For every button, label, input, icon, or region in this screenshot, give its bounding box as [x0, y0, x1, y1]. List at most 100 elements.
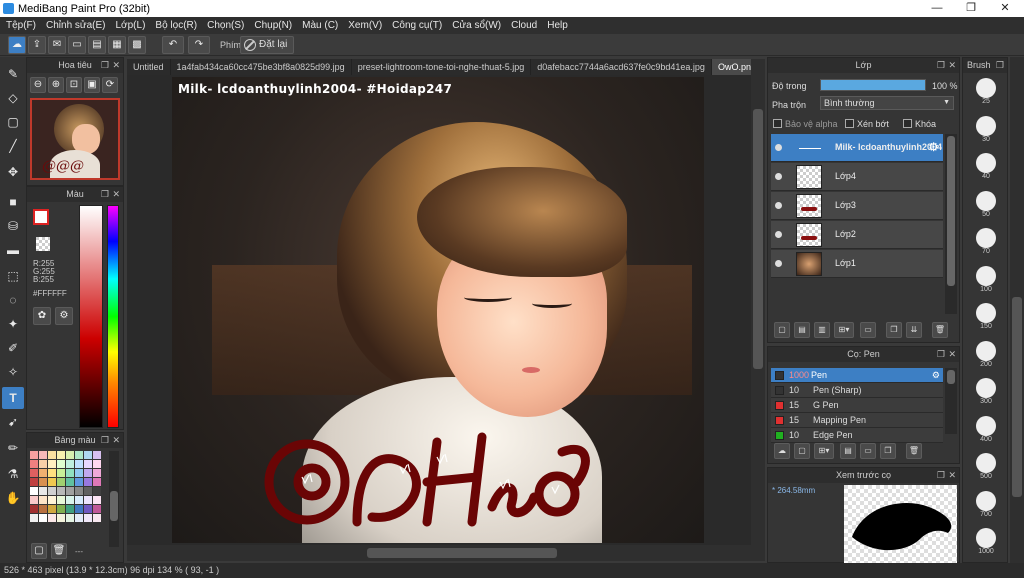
palette-swatch[interactable]: [48, 460, 56, 468]
brush-tool-icon[interactable]: ✎: [2, 63, 24, 85]
brush-size-item[interactable]: 30: [967, 115, 1005, 143]
move-tool-icon[interactable]: ✥: [2, 161, 24, 183]
brush-size-item[interactable]: 300: [967, 378, 1005, 405]
menu-help[interactable]: Help: [547, 20, 568, 31]
palette-swatch[interactable]: [57, 469, 65, 477]
palette-swatch[interactable]: [93, 505, 101, 513]
brush-size-item[interactable]: 50: [967, 190, 1005, 218]
palette-icon[interactable]: ✿: [33, 307, 51, 325]
brush-size-item[interactable]: 1000: [967, 528, 1005, 555]
tab-untitled[interactable]: Untitled: [127, 59, 171, 75]
add-layer-menu-icon[interactable]: ⊞▾: [834, 322, 854, 338]
magic-wand-icon[interactable]: ✦: [2, 313, 24, 335]
folder-icon[interactable]: ▭: [860, 322, 876, 338]
palette-swatch[interactable]: [39, 478, 47, 486]
visibility-icon[interactable]: [775, 173, 782, 180]
undock-icon[interactable]: ❐: [101, 433, 109, 448]
brush-size-item[interactable]: 200: [967, 340, 1005, 368]
brush-row[interactable]: 15 Mapping Pen: [771, 413, 943, 428]
palette-swatch[interactable]: [57, 451, 65, 459]
palette-swatch[interactable]: [66, 496, 74, 504]
gear-icon[interactable]: ⚙: [932, 368, 940, 383]
zoom-in-icon[interactable]: ⊕: [48, 77, 64, 93]
select-pen-icon[interactable]: ✐: [2, 337, 24, 359]
vertical-scroll-thumb[interactable]: [753, 109, 763, 369]
visibility-icon[interactable]: [775, 231, 782, 238]
palette-swatch[interactable]: [75, 451, 83, 459]
undo-button[interactable]: ↶: [162, 36, 184, 54]
palette-swatch[interactable]: [57, 505, 65, 513]
palette-swatch[interactable]: [30, 460, 38, 468]
close-icon[interactable]: ✕: [948, 347, 956, 362]
grid-icon[interactable]: ▦: [108, 36, 126, 54]
fill-rect-tool-icon[interactable]: ■: [2, 191, 24, 213]
brush-row[interactable]: 15 G Pen: [771, 398, 943, 413]
palette-swatch[interactable]: [48, 469, 56, 477]
palette-swatch[interactable]: [66, 469, 74, 477]
color-settings-icon[interactable]: ⚙: [55, 307, 73, 325]
saturation-value-slider[interactable]: [79, 205, 103, 428]
undock-icon[interactable]: ❐: [937, 347, 945, 362]
eyedropper-icon[interactable]: ⚗: [2, 463, 24, 485]
palette-swatch[interactable]: [57, 496, 65, 504]
protect-alpha-checkbox[interactable]: [773, 119, 782, 128]
palette-swatch[interactable]: [75, 460, 83, 468]
palette-swatch[interactable]: [39, 487, 47, 495]
brush-size-scrollbar[interactable]: [1010, 57, 1024, 563]
bucket-tool-icon[interactable]: ⛁: [2, 215, 24, 237]
brush-scrollbar[interactable]: [945, 368, 957, 434]
palette-swatch[interactable]: [84, 451, 92, 459]
undock-icon[interactable]: ❐: [937, 58, 945, 73]
menu-filter[interactable]: Bộ lọc(R): [155, 20, 197, 31]
brush-folder-icon[interactable]: ▭: [860, 443, 876, 459]
foreground-color-swatch[interactable]: [33, 209, 49, 225]
menu-edit[interactable]: Chỉnh sửa(E): [46, 20, 106, 31]
palette-swatch[interactable]: [75, 487, 83, 495]
palette-swatch[interactable]: [39, 496, 47, 504]
gradient-tool-icon[interactable]: ▬: [2, 239, 24, 261]
add-palette-icon[interactable]: ▢: [31, 543, 47, 559]
palette-swatch[interactable]: [30, 451, 38, 459]
palette-scrollbar[interactable]: [109, 451, 119, 547]
palette-swatch[interactable]: [39, 451, 47, 459]
canvas-vertical-scrollbar[interactable]: [751, 59, 765, 545]
palette-swatch[interactable]: [84, 514, 92, 522]
palette-swatch[interactable]: [39, 469, 47, 477]
brush-size-item[interactable]: 40: [967, 153, 1005, 180]
close-icon[interactable]: ✕: [112, 187, 120, 202]
text-tool-icon[interactable]: T: [2, 387, 24, 409]
palette-swatch[interactable]: [57, 487, 65, 495]
layer-row-3[interactable]: Lớp3: [771, 192, 943, 220]
palette-swatch[interactable]: [66, 514, 74, 522]
palette-swatch[interactable]: [66, 478, 74, 486]
horizontal-scroll-thumb[interactable]: [367, 548, 557, 558]
palette-swatch[interactable]: [57, 514, 65, 522]
palette-swatch[interactable]: [75, 505, 83, 513]
brush-row[interactable]: 10 Pen (Sharp): [771, 383, 943, 398]
brush-size-item[interactable]: 400: [967, 415, 1005, 443]
share-icon[interactable]: ⇪: [28, 36, 46, 54]
palette-swatch[interactable]: [66, 505, 74, 513]
close-icon[interactable]: ✕: [112, 433, 120, 448]
undock-icon[interactable]: ❐: [996, 58, 1004, 73]
palette-swatch[interactable]: [57, 478, 65, 486]
brush-size-item[interactable]: 150: [967, 303, 1005, 330]
palette-swatch[interactable]: [48, 496, 56, 504]
palette-swatch[interactable]: [84, 496, 92, 504]
duplicate-layer-icon[interactable]: ❐: [886, 322, 902, 338]
brush-scroll-thumb[interactable]: [947, 370, 955, 384]
close-icon[interactable]: ✕: [948, 468, 956, 483]
tab-image-1[interactable]: 1a4fab434ca60cc475be3bf8a0825d99.jpg: [171, 59, 352, 75]
palette-swatch[interactable]: [93, 469, 101, 477]
delete-layer-icon[interactable]: 🗑: [932, 322, 948, 338]
visibility-icon[interactable]: [775, 144, 782, 151]
brush-size-item[interactable]: 100: [967, 265, 1005, 293]
palette-swatch[interactable]: [66, 460, 74, 468]
cloud-icon[interactable]: ☁: [8, 36, 26, 54]
chat-icon[interactable]: ▭: [68, 36, 86, 54]
palette-swatch[interactable]: [48, 487, 56, 495]
navigator-thumbnail[interactable]: @@@: [30, 98, 120, 180]
palette-swatch[interactable]: [93, 451, 101, 459]
background-color-swatch[interactable]: [36, 237, 50, 251]
palette-swatch[interactable]: [93, 460, 101, 468]
